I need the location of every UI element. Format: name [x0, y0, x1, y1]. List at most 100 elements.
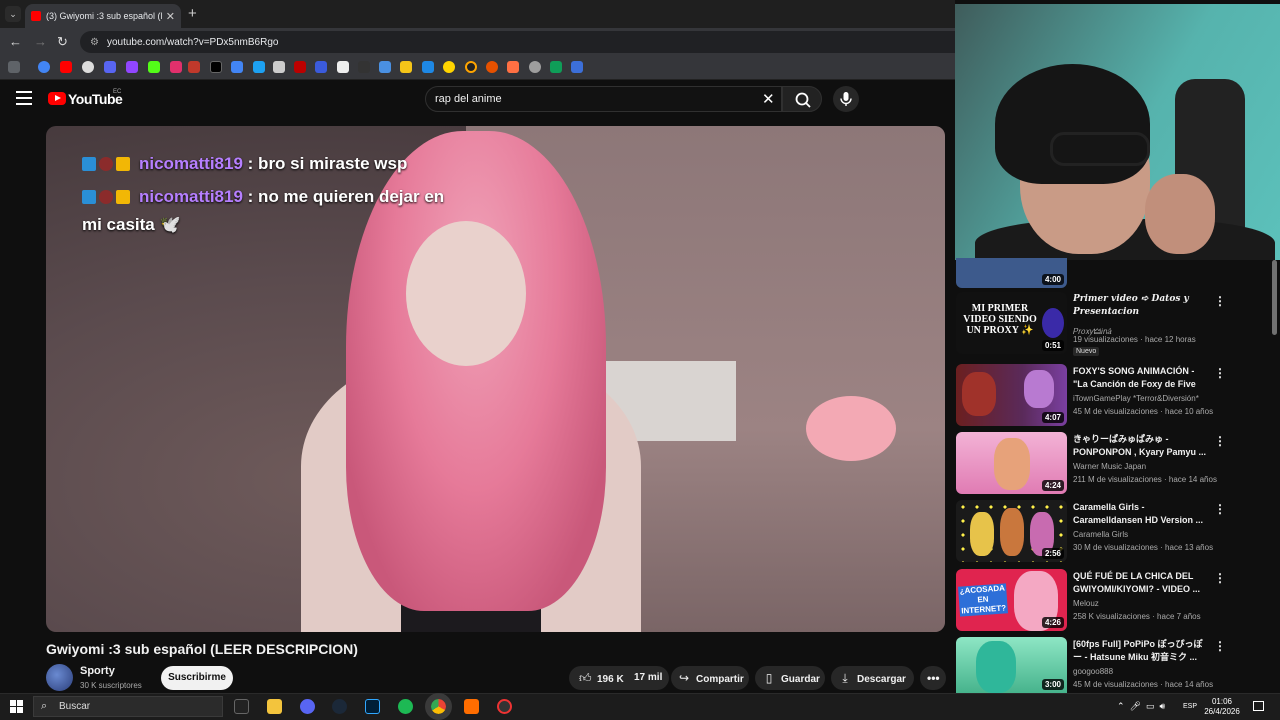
guide-menu-icon[interactable] [16, 91, 32, 105]
recommendation-channel[interactable]: Melouz [1073, 599, 1099, 608]
more-vert-icon[interactable]: ⋮ [1214, 294, 1226, 308]
new-tab-button[interactable]: + [188, 5, 197, 22]
bookmark-icon[interactable] [571, 61, 583, 73]
forward-icon[interactable]: → [34, 34, 47, 49]
subscribe-button[interactable]: Suscribirme [161, 666, 233, 690]
taskbar-search-input[interactable]: Buscar [33, 696, 223, 717]
kick-bookmark-icon[interactable] [148, 61, 160, 73]
recommendation-title[interactable]: 𝑷𝒓𝒊𝒎𝒆𝒓 𝒗𝒊𝒅𝒆𝒐 ➪ 𝑫𝒂𝒕𝒐𝒔 𝒚 𝑷𝒓𝒆𝒔𝒆𝒏𝒕𝒂𝒄𝒊𝒐𝒏 [1073, 293, 1211, 319]
download-button[interactable]: ⤓ Descargar [831, 666, 914, 690]
back-icon[interactable]: ← [9, 34, 22, 49]
obs-icon[interactable] [497, 699, 512, 714]
youtube-bookmark-icon[interactable] [60, 61, 72, 73]
recommendation-item[interactable]: ¿ACOSADA EN INTERNET? 4:26 QUÉ FUÉ DE LA… [956, 569, 1280, 635]
bookmark-icon[interactable] [465, 61, 477, 73]
google-bookmark-icon[interactable] [38, 61, 50, 73]
epic-games-icon[interactable] [234, 699, 249, 714]
bookmark-icon[interactable] [379, 61, 391, 73]
windows-start-icon[interactable] [10, 700, 23, 713]
more-vert-icon[interactable]: ⋮ [1214, 502, 1226, 516]
spotify-icon[interactable] [398, 699, 413, 714]
bookmark-icon[interactable] [294, 61, 306, 73]
recommendation-title[interactable]: [60fps Full] PoPiPo ぽっぴっぽー - Hatsune Mik… [1073, 638, 1211, 664]
bookmark-icon[interactable] [400, 61, 412, 73]
video-thumbnail[interactable]: 4:07 [956, 364, 1067, 426]
bookmark-icon[interactable] [422, 61, 434, 73]
fl-studio-icon[interactable] [464, 699, 479, 714]
channel-avatar[interactable] [46, 664, 73, 691]
recommendation-channel[interactable]: Caramella Girls [1073, 530, 1128, 539]
recommendation-title[interactable]: QUÉ FUÉ DE LA CHICA DEL GWIYOMI/KIYOMI? … [1073, 570, 1211, 596]
dislike-count[interactable]: 17 mil [634, 666, 662, 690]
bookmark-icon[interactable] [529, 61, 541, 73]
recommendation-item[interactable]: 4:07 FOXY'S SONG ANIMACIÓN - "La Canción… [956, 364, 1280, 430]
recommendation-title[interactable]: きゃりーぱみゅぱみゅ - PONPONPON , Kyary Pamyu ... [1073, 433, 1211, 459]
bookmark-icon[interactable] [82, 61, 94, 73]
recommendation-item[interactable]: 3:00 [60fps Full] PoPiPo ぽっぴっぽー - Hatsun… [956, 637, 1280, 693]
sheets-bookmark-icon[interactable] [550, 61, 562, 73]
discord-icon[interactable] [300, 699, 315, 714]
bookmark-icon[interactable] [443, 61, 455, 73]
apps-icon[interactable] [8, 61, 20, 73]
address-bar[interactable]: ⚙ youtube.com/watch?v=PDx5nmB6Rgo [80, 31, 955, 53]
x-bookmark-icon[interactable] [210, 61, 222, 73]
file-explorer-icon[interactable] [267, 699, 282, 714]
video-thumbnail[interactable]: 4:00 [956, 258, 1067, 288]
like-dislike-group[interactable]: 👍︎ 196 K 17 mil [569, 666, 669, 690]
search-button[interactable] [782, 86, 822, 112]
instagram-bookmark-icon[interactable] [170, 61, 182, 73]
photoshop-icon[interactable] [365, 699, 380, 714]
like-count[interactable]: 196 K [597, 674, 624, 685]
bookmark-icon[interactable] [273, 61, 285, 73]
clock[interactable]: 01:06 26/4/2026 [1200, 697, 1244, 717]
more-vert-icon[interactable]: ⋮ [1214, 571, 1226, 585]
site-info-icon[interactable]: ⚙ [90, 37, 99, 48]
more-actions-button[interactable]: ••• [920, 666, 946, 690]
video-thumbnail[interactable]: 3:00 [956, 637, 1067, 693]
translate-bookmark-icon[interactable] [231, 61, 243, 73]
recommendation-item[interactable]: 4:24 きゃりーぱみゅぱみゅ - PONPONPON , Kyary Pamy… [956, 432, 1280, 498]
more-vert-icon[interactable]: ⋮ [1214, 434, 1226, 448]
recommendation-item[interactable]: 2:56 Caramella Girls - Caramelldansen HD… [956, 500, 1280, 566]
recommendation-item[interactable]: MI PRIMER VIDEO SIENDO UN PROXY ✨ 0:51 𝑷… [956, 292, 1280, 358]
save-button[interactable]: ▯ Guardar [755, 666, 825, 690]
recommendation-title[interactable]: FOXY'S SONG ANIMACIÓN - "La Canción de F… [1073, 365, 1211, 391]
discord-bookmark-icon[interactable] [104, 61, 116, 73]
recommendation-channel[interactable]: googoo888 [1073, 667, 1113, 676]
bookmark-icon[interactable] [188, 61, 200, 73]
reload-icon[interactable]: ↻ [57, 34, 68, 50]
bookmark-icon[interactable] [358, 61, 370, 73]
video-thumbnail[interactable]: MI PRIMER VIDEO SIENDO UN PROXY ✨ 0:51 [956, 292, 1067, 354]
more-vert-icon[interactable]: ⋮ [1214, 366, 1226, 380]
chrome-icon[interactable] [425, 693, 452, 720]
bookmark-icon[interactable] [337, 61, 349, 73]
bookmark-icon[interactable] [486, 61, 498, 73]
channel-name[interactable]: Sporty [80, 665, 115, 677]
steam-icon[interactable] [332, 699, 347, 714]
sidebar-scrollbar[interactable] [1272, 260, 1277, 335]
recommendation-channel[interactable]: iTownGamePlay *Terror&Diversión* [1073, 394, 1199, 403]
clear-search-icon[interactable]: ✕ [762, 90, 775, 108]
thumbs-up-icon[interactable]: 👍︎ [579, 666, 592, 690]
notifications-icon[interactable] [1253, 701, 1264, 711]
recommendation-item[interactable]: 4:00 [956, 258, 1280, 288]
close-tab-icon[interactable]: ✕ [166, 10, 175, 23]
recommendation-title[interactable]: Caramella Girls - Caramelldansen HD Vers… [1073, 501, 1211, 527]
browser-tab[interactable]: (3) Gwiyomi :3 sub español (LEER ✕ [25, 4, 181, 28]
youtube-logo-icon[interactable] [48, 92, 66, 105]
bookmark-icon[interactable] [253, 61, 265, 73]
video-player[interactable]: nicomatti819 : bro si miraste wsp nicoma… [46, 126, 945, 632]
tab-search-button[interactable]: ⌄ [5, 6, 21, 22]
bookmark-icon[interactable] [315, 61, 327, 73]
language-indicator[interactable]: ESP [1183, 703, 1197, 710]
twitch-bookmark-icon[interactable] [126, 61, 138, 73]
voice-search-button[interactable] [833, 86, 859, 112]
bookmark-icon[interactable] [507, 61, 519, 73]
system-tray-icons[interactable]: ⌃🎤︎▭🔊︎ [1117, 701, 1170, 712]
more-vert-icon[interactable]: ⋮ [1214, 639, 1226, 653]
recommendation-channel[interactable]: Warner Music Japan [1073, 462, 1146, 471]
video-thumbnail[interactable]: ¿ACOSADA EN INTERNET? 4:26 [956, 569, 1067, 631]
video-thumbnail[interactable]: 2:56 [956, 500, 1067, 562]
search-input[interactable]: rap del anime [425, 86, 782, 112]
share-button[interactable]: ↪ Compartir [671, 666, 749, 690]
